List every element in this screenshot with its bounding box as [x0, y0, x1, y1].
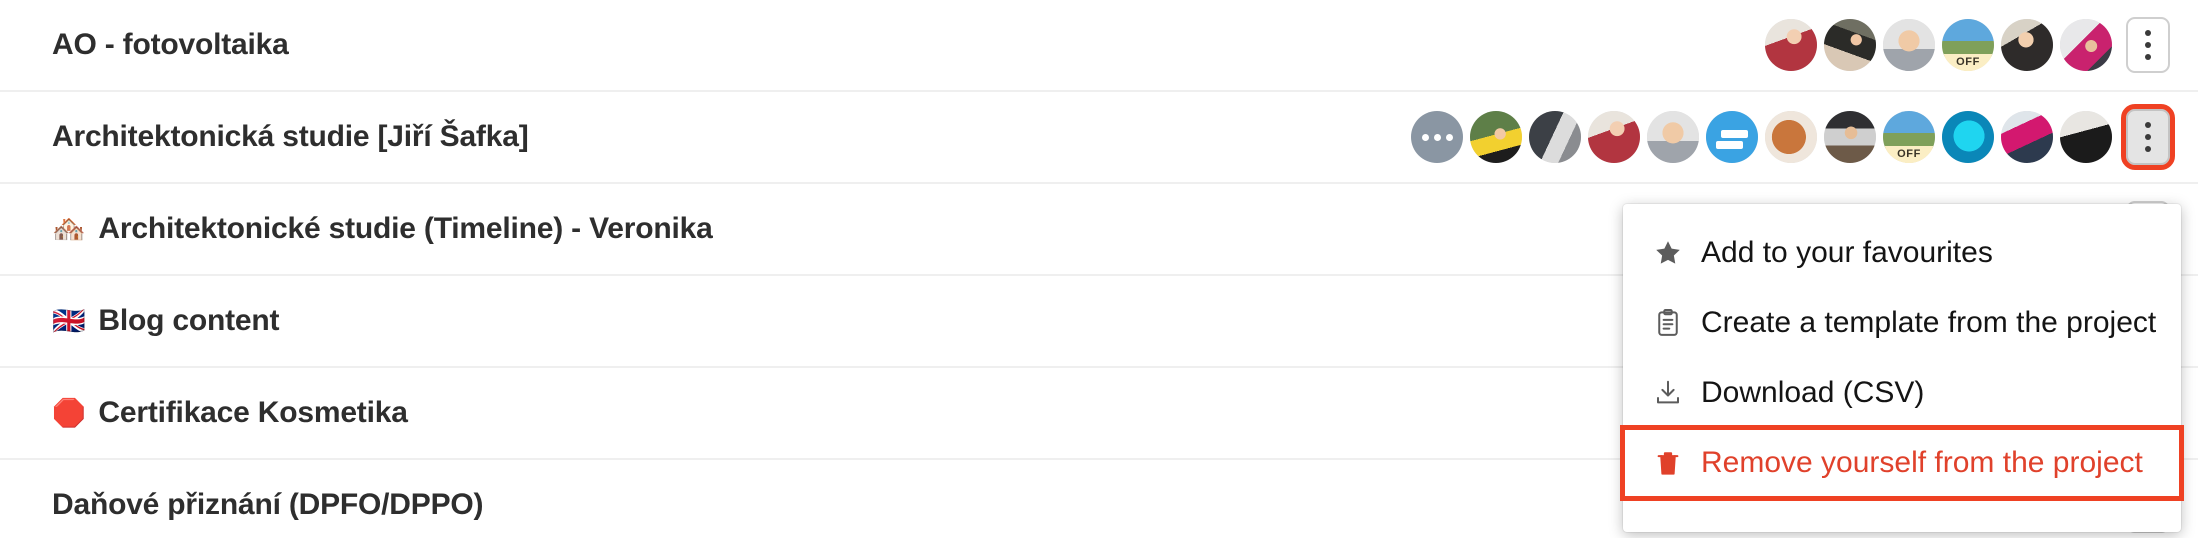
project-name: AO - fotovoltaika — [52, 28, 289, 61]
avatar-image — [1647, 111, 1699, 163]
avatar[interactable] — [1824, 111, 1876, 163]
avatar-image — [1588, 111, 1640, 163]
avatar[interactable] — [1470, 111, 1522, 163]
avatar-image — [1942, 111, 1994, 163]
avatar[interactable] — [1588, 111, 1640, 163]
project-name: Blog content — [98, 304, 280, 337]
project-emoji-icon: 🇬🇧 — [52, 305, 86, 336]
project-title: Daňové přiznání (DPFO/DPPO) — [52, 488, 484, 522]
avatar[interactable] — [1824, 19, 1876, 71]
avatar[interactable] — [2001, 19, 2053, 71]
avatar[interactable] — [1765, 19, 1817, 71]
avatar-image — [2060, 19, 2112, 71]
menu-bottom-padding — [1623, 498, 2181, 532]
project-title: AO - fotovoltaika — [52, 28, 289, 62]
project-name: Certifikace Kosmetika — [98, 396, 408, 429]
avatar-image — [2001, 111, 2053, 163]
project-menu-button[interactable] — [2126, 17, 2170, 73]
menu-item-label: Create a template from the project — [1701, 306, 2157, 339]
avatar-image — [1765, 19, 1817, 71]
avatar-image — [2001, 19, 2053, 71]
clipboard-icon — [1653, 308, 1683, 338]
menu-item-remove[interactable]: Remove yourself from the project — [1620, 425, 2184, 501]
project-title: 🇬🇧 Blog content — [52, 304, 280, 338]
avatar-image — [1824, 111, 1876, 163]
project-name: Architektonické studie (Timeline) - Vero… — [98, 212, 713, 245]
download-icon — [1653, 378, 1683, 408]
menu-item-template[interactable]: Create a template from the project — [1623, 288, 2181, 358]
project-title: Architektonická studie [Jiří Šafka] — [52, 120, 529, 154]
avatar[interactable] — [2001, 111, 2053, 163]
menu-item-label: Add to your favourites — [1701, 236, 1993, 269]
avatar[interactable] — [1529, 111, 1581, 163]
member-avatar-stack: OFF — [1765, 19, 2112, 71]
trash-icon — [1653, 448, 1683, 478]
project-row[interactable]: AO - fotovoltaika OFF — [0, 0, 2198, 92]
project-title: 🏘️ Architektonické studie (Timeline) - Ve… — [52, 212, 713, 246]
avatar[interactable] — [1883, 19, 1935, 71]
avatar[interactable] — [1647, 111, 1699, 163]
menu-item-label: Remove yourself from the project — [1701, 446, 2143, 479]
star-icon — [1653, 238, 1683, 268]
menu-item-download[interactable]: Download (CSV) — [1623, 358, 2181, 428]
avatar[interactable]: OFF — [1942, 19, 1994, 71]
menu-item-label: Download (CSV) — [1701, 376, 1925, 409]
avatar[interactable] — [1942, 111, 1994, 163]
avatar[interactable] — [1765, 111, 1817, 163]
avatar-off-badge: OFF — [1883, 146, 1935, 163]
avatar-off-badge: OFF — [1942, 54, 1994, 71]
menu-item-favourites[interactable]: Add to your favourites — [1623, 218, 2181, 288]
project-row[interactable]: Architektonická studie [Jiří Šafka] OFF — [0, 92, 2198, 184]
project-emoji-icon: 🛑 — [52, 397, 86, 428]
avatar-overflow-more-icon[interactable] — [1411, 111, 1463, 163]
project-emoji-icon: 🏘️ — [52, 213, 86, 244]
project-list-screen: AO - fotovoltaika OFF Architektonická stud… — [0, 0, 2198, 538]
project-title: 🛑 Certifikace Kosmetika — [52, 396, 408, 430]
project-name: Daňové přiznání (DPFO/DPPO) — [52, 488, 484, 521]
avatar-image — [1470, 111, 1522, 163]
avatar[interactable] — [1706, 111, 1758, 163]
avatar[interactable]: OFF — [1883, 111, 1935, 163]
project-menu-button-active[interactable] — [2121, 104, 2175, 170]
avatar-image — [1883, 19, 1935, 71]
avatar-image — [1824, 19, 1876, 71]
avatar-image — [1765, 111, 1817, 163]
project-name: Architektonická studie [Jiří Šafka] — [52, 120, 529, 153]
avatar-image — [1529, 111, 1581, 163]
project-context-menu[interactable]: Add to your favourites Create a template … — [1620, 204, 2184, 532]
avatar[interactable] — [2060, 19, 2112, 71]
member-avatar-stack: OFF — [1411, 111, 2112, 163]
avatar-image — [1706, 111, 1758, 163]
avatar[interactable] — [2060, 111, 2112, 163]
avatar-image — [2060, 111, 2112, 163]
